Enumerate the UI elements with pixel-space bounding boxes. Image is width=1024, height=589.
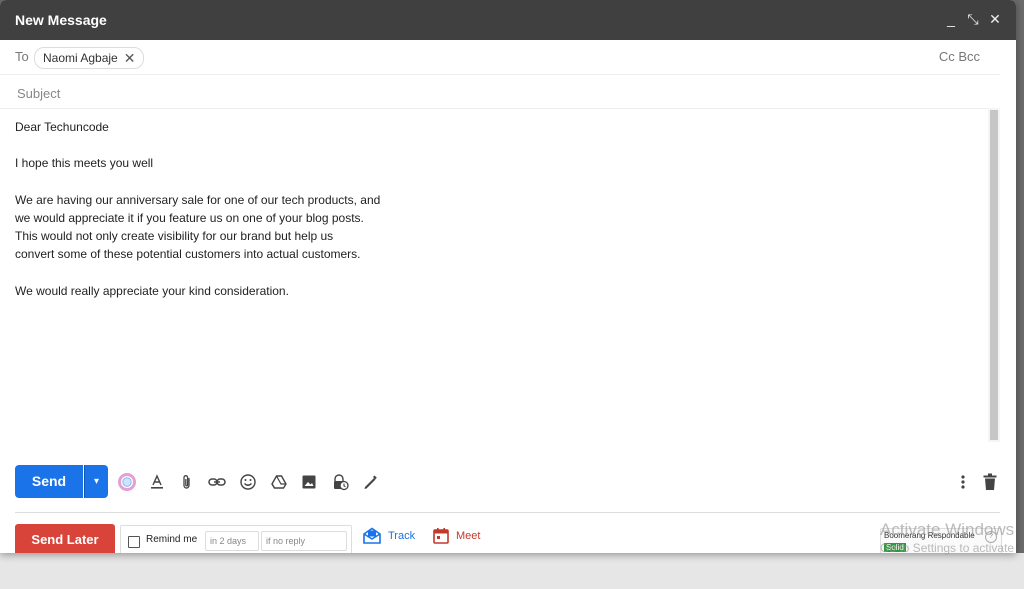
cc-bcc-link[interactable]: Cc Bcc — [939, 49, 980, 64]
activation-watermark-subtitle: Go to Settings to activate — [880, 541, 1015, 555]
color-palette-icon[interactable] — [116, 471, 138, 493]
recipients-row[interactable]: To Naomi Agbaje ✕ Cc Bcc — [0, 40, 1000, 75]
drive-icon[interactable] — [268, 471, 290, 493]
to-label: To — [15, 49, 29, 64]
close-icon[interactable]: ✕ — [986, 10, 1004, 28]
attach-icon[interactable] — [176, 471, 198, 493]
scrollbar-thumb[interactable] — [990, 110, 998, 440]
track-label: Track — [388, 530, 416, 542]
recipient-name: Naomi Agbaje — [43, 51, 118, 65]
minimize-icon[interactable]: _ — [942, 10, 960, 28]
compose-title: New Message — [15, 12, 107, 28]
compose-window: New Message _ ⤡ ✕ To Naomi Agbaje ✕ Cc B… — [0, 0, 1016, 553]
subject-input[interactable] — [15, 82, 979, 104]
signature-icon[interactable] — [359, 471, 381, 493]
remind-condition-input[interactable] — [261, 531, 347, 551]
image-icon[interactable] — [298, 471, 320, 493]
more-options-icon[interactable] — [952, 471, 974, 493]
expand-icon[interactable]: ⤡ — [964, 10, 982, 28]
send-button[interactable]: Send — [15, 465, 83, 498]
toolbar-divider — [15, 512, 1000, 513]
meet-button[interactable]: Meet — [432, 524, 480, 548]
calendar-icon — [433, 528, 449, 544]
link-icon[interactable] — [206, 471, 228, 493]
activation-watermark-title: Activate Windows — [880, 520, 1015, 539]
send-options-icon[interactable]: ▾ — [84, 465, 108, 498]
boomerang-bar: Send Later Remind me Track Meet Boomeran… — [0, 518, 1016, 553]
send-later-button[interactable]: Send Later — [15, 524, 115, 553]
recipient-chip[interactable]: Naomi Agbaje ✕ — [34, 47, 145, 69]
background-desktop — [0, 553, 1024, 589]
remind-me-checkbox[interactable] — [128, 536, 140, 548]
remove-recipient-icon[interactable]: ✕ — [124, 48, 136, 68]
meet-label: Meet — [456, 530, 481, 542]
lock-clock-icon[interactable] — [329, 471, 351, 493]
message-body[interactable]: Dear Techuncode I hope this meets you we… — [15, 118, 975, 448]
remind-me-label: Remind me — [146, 534, 198, 545]
remind-me-panel: Remind me — [120, 525, 352, 553]
subject-row — [0, 74, 1000, 109]
compose-toolbar: Send ▾ — [0, 458, 1016, 504]
compose-titlebar[interactable]: New Message _ ⤡ ✕ — [0, 0, 1016, 40]
track-button[interactable]: Track — [362, 524, 415, 548]
format-text-icon[interactable] — [146, 471, 168, 493]
remind-days-input[interactable] — [205, 531, 259, 551]
track-icon — [363, 527, 381, 544]
trash-icon[interactable] — [979, 471, 1001, 493]
emoji-icon[interactable] — [237, 471, 259, 493]
